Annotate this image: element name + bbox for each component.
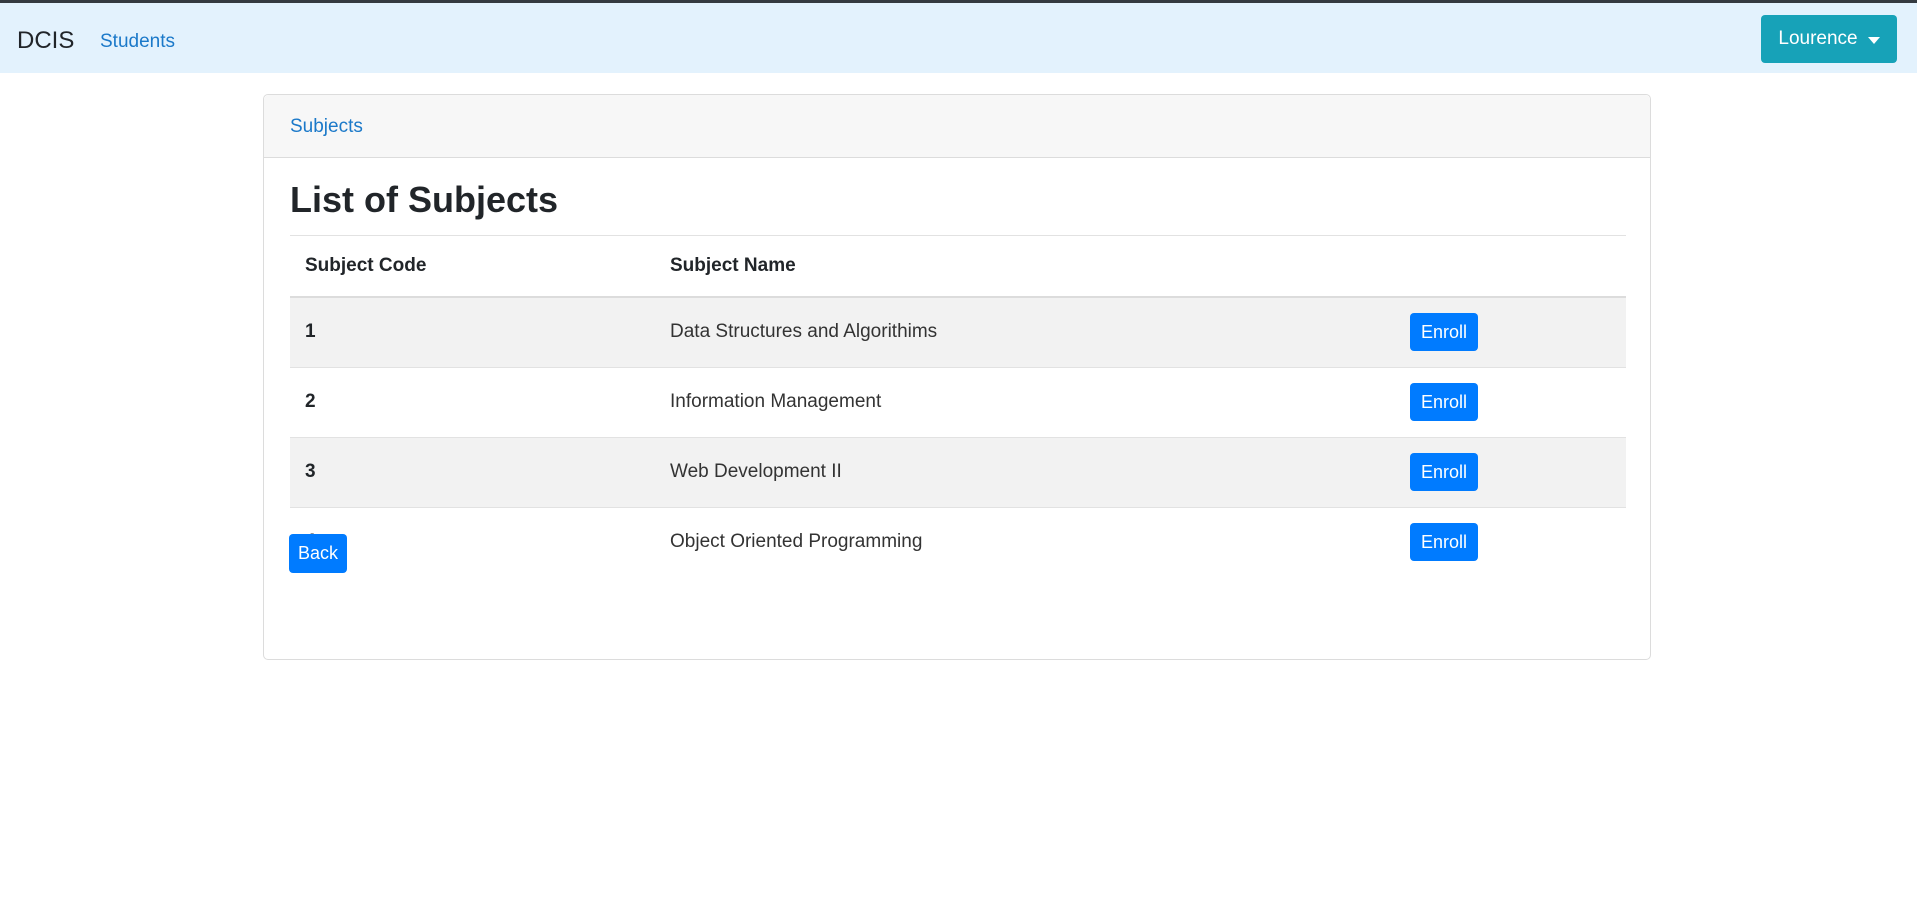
header-actions [1395,236,1626,298]
actions-cell: Enroll [1395,296,1626,367]
table-row: 4 Object Oriented Programming Enroll [290,506,1626,577]
table-row: 2 Information Management Enroll [290,366,1626,437]
table-header-row: Subject Code Subject Name [290,236,1626,298]
breadcrumb-subjects[interactable]: Subjects [290,116,363,138]
enroll-button[interactable]: Enroll [1410,313,1479,352]
enroll-button[interactable]: Enroll [1410,383,1479,421]
brand-link[interactable]: DCIS [17,27,74,55]
user-dropdown-button[interactable]: Lourence [1761,15,1897,63]
user-dropdown-label: Lourence [1778,28,1858,49]
page-title: List of Subjects [290,179,559,220]
table-row: 1 Data Structures and Algorithims Enroll [290,296,1626,367]
nav-link-students[interactable]: Students [100,30,175,54]
enroll-button[interactable]: Enroll [1410,523,1479,562]
table-row: 3 Web Development II Enroll [290,436,1626,507]
subjects-card: Subjects List of Subjects Subject Code S… [263,94,1651,660]
navbar: DCIS Students Lourence [0,3,1917,73]
card-header: Subjects [264,95,1650,158]
actions-cell: Enroll [1395,366,1626,437]
actions-cell: Enroll [1395,436,1626,507]
subject-name-cell: Information Management [655,366,1395,437]
subjects-table: Subject Code Subject Name 1 Data Structu… [290,236,1626,577]
enroll-button[interactable]: Enroll [1410,453,1479,491]
header-subject-code: Subject Code [290,236,655,298]
back-button[interactable]: Back [289,534,347,573]
subject-code-cell: 2 [290,366,655,437]
actions-cell: Enroll [1395,506,1626,577]
subject-name-cell: Web Development II [655,436,1395,507]
header-subject-name: Subject Name [655,236,1395,298]
subject-name-cell: Data Structures and Algorithims [655,296,1395,367]
subject-code-cell: 1 [290,296,655,367]
subject-name-cell: Object Oriented Programming [655,506,1395,577]
subject-code-cell: 3 [290,436,655,507]
caret-down-icon [1867,36,1880,44]
